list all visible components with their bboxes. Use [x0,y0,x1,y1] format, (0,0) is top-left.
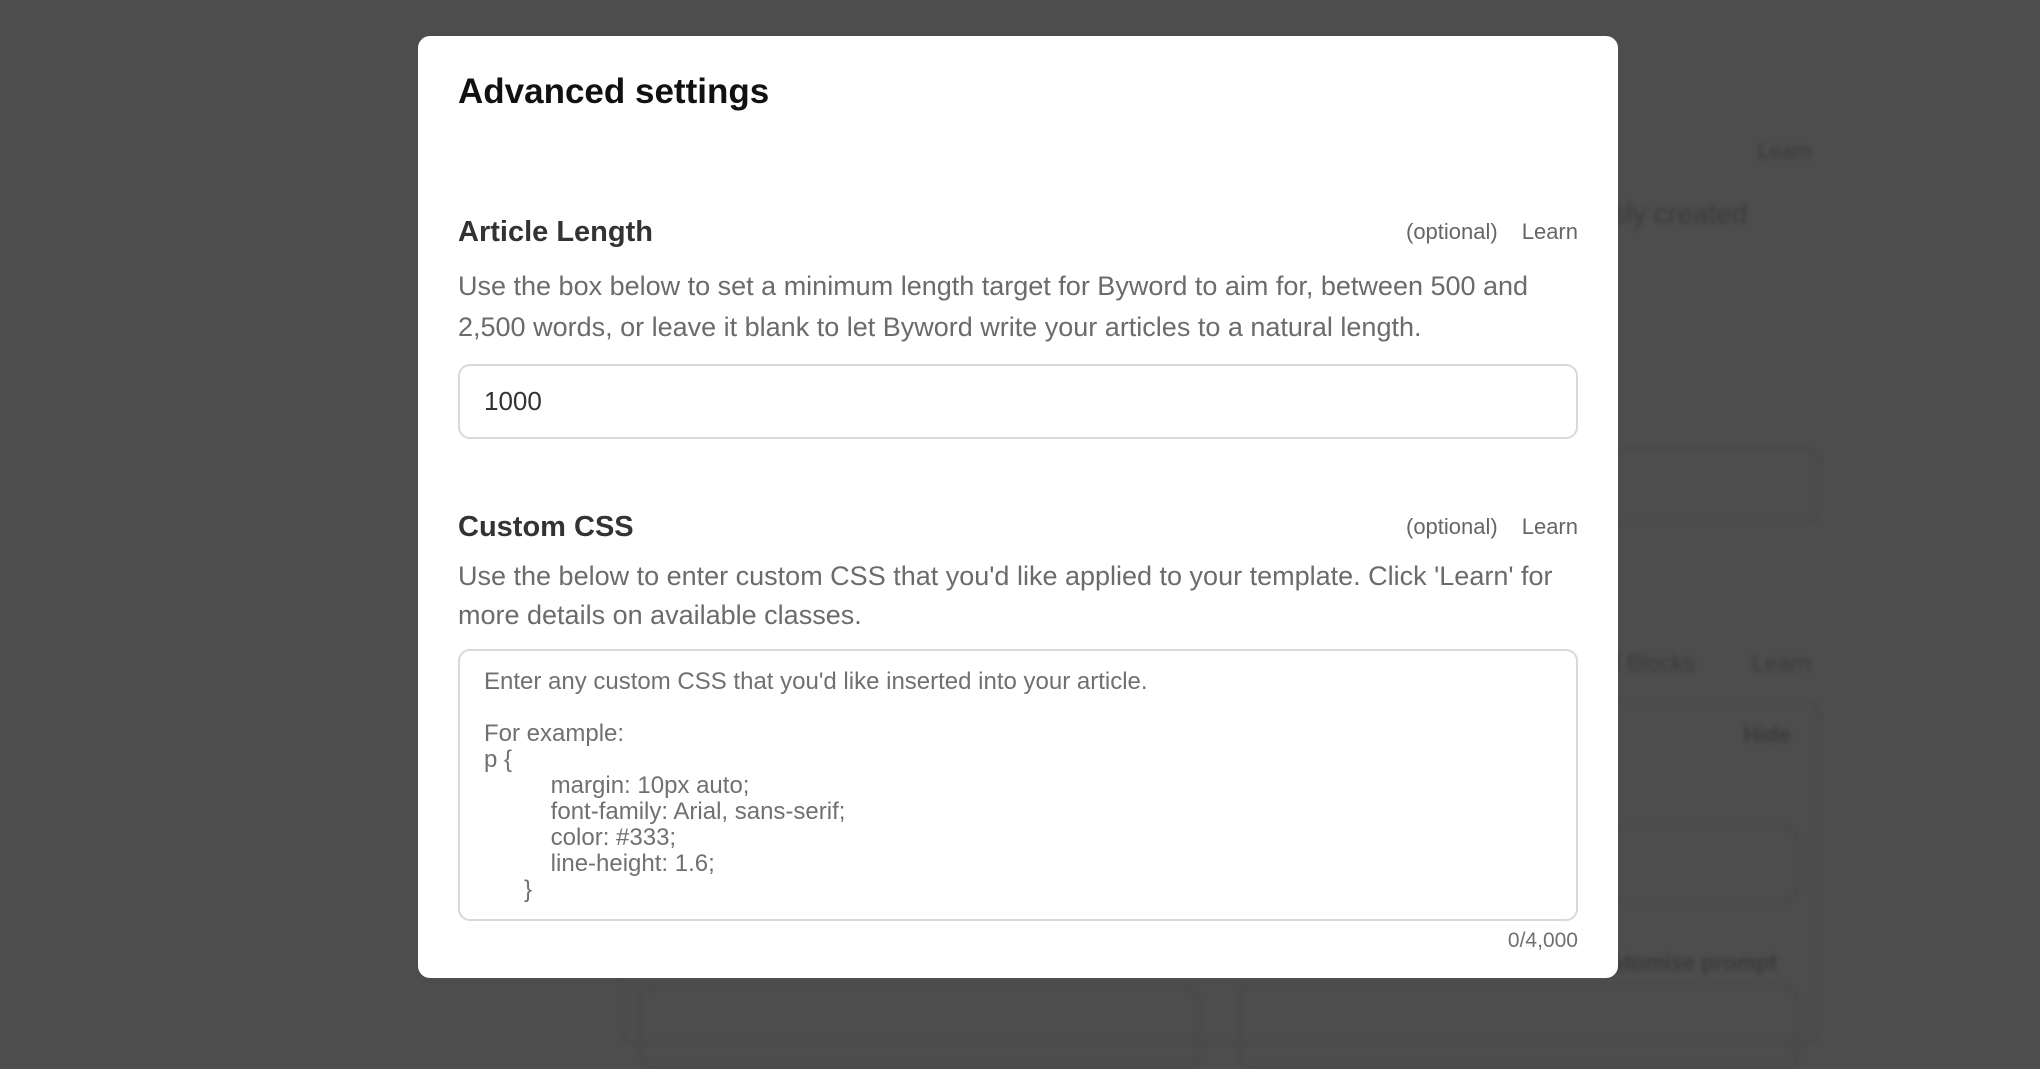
custom-css-learn-link[interactable]: Learn [1522,514,1578,540]
optional-label: (optional) [1406,514,1498,539]
article-length-learn-link[interactable]: Learn [1522,219,1578,245]
bg-hide-button: Hide [1743,722,1791,747]
bg-input [640,985,1199,1069]
article-length-description: Use the box below to set a minimum lengt… [458,271,1529,342]
modal-title: Advanced settings [458,72,770,111]
bg-text: stomise prompt [1612,950,1778,975]
bg-text: ll Blocks [1610,650,1695,676]
character-counter: 0/4,000 [1507,929,1578,952]
custom-css-description: Use the below to enter custom CSS that y… [458,561,1553,630]
bg-input [1238,985,1798,1069]
bg-learn-link: Learn [1752,650,1811,676]
bg-learn-link: Learn [1758,140,1812,163]
article-length-heading: Article Length [458,215,653,248]
custom-css-section: Custom CSS (optional) Learn Use the belo… [458,507,1578,953]
bg-text: sly created [1612,198,1748,229]
optional-label: (optional) [1406,219,1498,244]
article-length-section: Article Length (optional) Learn Use the … [458,212,1578,439]
advanced-settings-modal: Advanced settings Article Length (option… [418,36,1618,978]
article-length-input[interactable]: 1000 [458,364,1578,439]
custom-css-textarea[interactable]: Enter any custom CSS that you'd like ins… [458,649,1578,921]
custom-css-heading: Custom CSS [458,510,634,543]
